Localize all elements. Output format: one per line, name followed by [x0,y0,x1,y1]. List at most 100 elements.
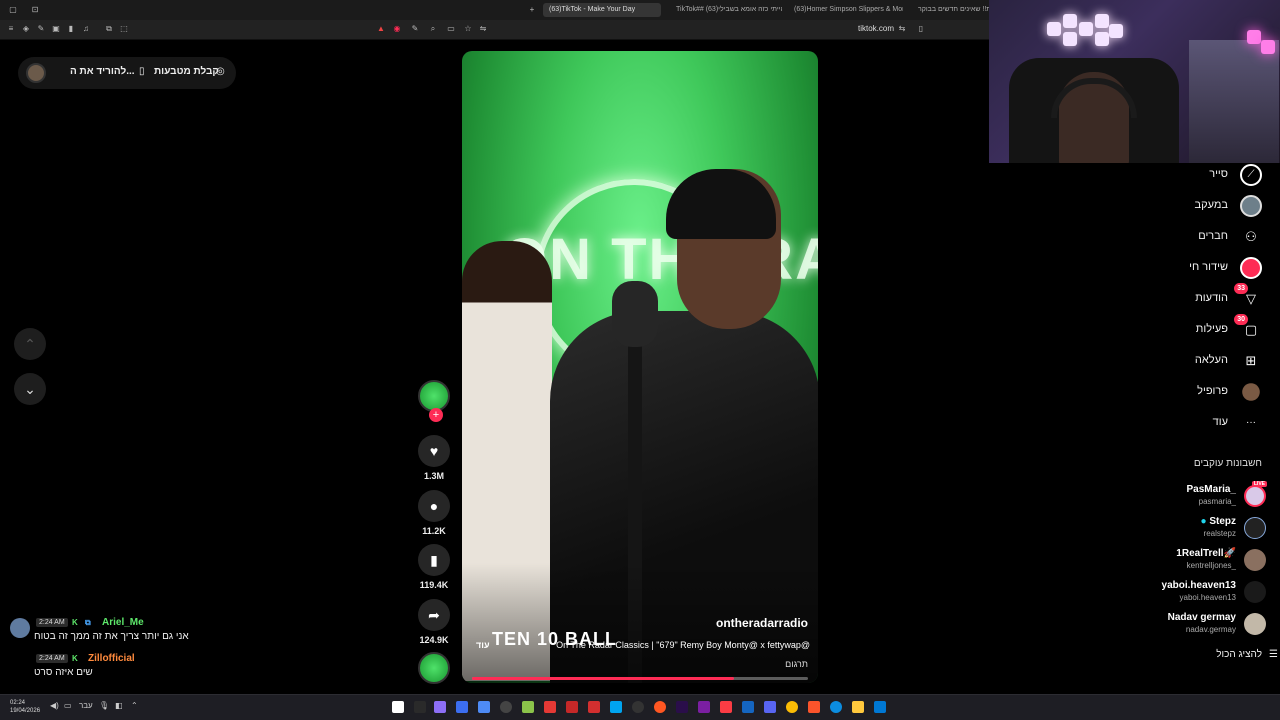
sidebar-item-profile[interactable]: פרופיל [1126,380,1266,404]
shield-icon[interactable]: ◈ [21,24,31,34]
share-icon[interactable]: ➦ [418,599,450,631]
menu-icon[interactable]: ≡ [6,24,16,34]
language-indicator[interactable]: עבר [79,701,93,710]
tab-other[interactable]: חפושיות!! שאינים חדשים בבוקר [912,3,992,17]
creator-avatar-button[interactable]: + [418,380,450,422]
app-icon[interactable] [698,701,710,713]
music-app-icon[interactable] [720,701,732,713]
new-tab-icon[interactable]: + [527,5,537,15]
account-handle: kentrelljones_ [1186,561,1236,570]
chevron-up-icon[interactable]: ⌃ [131,701,138,710]
get-coins-label[interactable]: קבלת מטבעות [154,66,219,77]
account-item-yaboi-heaven13[interactable]: yaboi.heaven13 yaboi.heaven13 [1132,579,1272,607]
app-icon[interactable] [500,701,512,713]
app-icon[interactable] [764,701,776,713]
comment-action[interactable]: ● 11.2K [418,490,450,536]
account-item-pasmaria[interactable]: PasMaria_ pasmaria_ LIVE [1132,481,1272,511]
clock[interactable]: 02:24 19/04/2026 [10,699,40,715]
sidebar-item-more[interactable]: עוד ··· [1126,411,1266,435]
tray-icon[interactable]: ◧ [115,701,123,710]
tab-homer-simpson[interactable]: (63)Homer Simpson Slippers & More [788,3,903,17]
sidebar-item-label: חברים [1198,230,1228,242]
sidebar-toggle-icon[interactable]: ▢ [8,5,18,15]
cast-icon[interactable]: ▭ [446,24,456,34]
brave-icon[interactable]: ◉ [392,24,402,34]
swap-icon[interactable]: ⇆ [897,24,907,34]
follow-plus-button[interactable]: + [429,408,443,422]
app-icon[interactable] [742,701,754,713]
bookmark-icon[interactable]: ▮ [418,544,450,576]
music-icon[interactable]: ♫ [81,24,91,34]
edit-page-icon[interactable]: ✎ [410,24,420,34]
sidebar-item-friends[interactable]: חברים ⚇ [1126,225,1266,249]
comment-icon[interactable]: ● [418,490,450,522]
sidebar-item-upload[interactable]: העלאה ⊞ [1126,349,1266,373]
video-progress-bar[interactable] [472,677,808,680]
extensions-icon[interactable]: ⬚ [119,24,129,34]
app-icon[interactable] [632,701,644,713]
translate-button[interactable]: תרגום [785,659,808,669]
sidebar-item-activity[interactable]: פעילות ▢ 30 [1126,314,1266,342]
previous-video-button[interactable]: ⌃ [14,328,46,360]
chat-username: Ariel_Me [102,617,144,628]
app-icon[interactable] [414,701,426,713]
sidebar-item-live[interactable]: שידור חי [1126,256,1266,280]
sidebar-item-following[interactable]: במעקב [1126,194,1266,218]
app-icon[interactable] [610,701,622,713]
show-all-button[interactable]: להציג הכול [1216,649,1262,660]
tab-manager-icon[interactable]: ⧉ [104,24,114,34]
coins-pill[interactable]: להוריד את ה... ▯ קבלת מטבעות ◎ [18,57,236,89]
translate-icon[interactable]: ⇋ [478,24,488,34]
clock-date: 19/04/2026 [10,708,41,714]
mic-icon[interactable]: 🎙 [99,701,109,710]
wallet-icon[interactable]: ▯ [916,24,926,34]
video-player[interactable]: ON THE RADAR TEN 10 BALL ontheradarradio… [462,51,818,683]
avatar[interactable] [26,63,46,83]
account-name: PasMaria_ [1186,484,1236,495]
download-app-label[interactable]: להוריד את ה... [70,66,135,77]
tab-options-icon[interactable]: ⊡ [30,5,40,15]
warning-icon[interactable]: ▲ [376,24,386,34]
save-action[interactable]: ▮ 119.4K [418,544,450,590]
tab-tiktok-2[interactable]: TikTok## (63)הייתי כזה אומא בשבילי | [670,3,782,17]
search-icon[interactable]: ⌕ [428,24,438,34]
app-icon[interactable] [588,701,600,713]
app-icon[interactable] [654,701,666,713]
windows-start-icon[interactable] [874,701,886,713]
chrome-icon[interactable] [786,701,798,713]
sidebar-item-explore[interactable]: סייר ⟋ [1126,163,1266,187]
tab-tiktok[interactable]: (63)TikTok - Make Your Day [543,3,661,17]
next-video-button[interactable]: ⌄ [14,373,46,405]
like-action[interactable]: ♥ 1.3M [418,435,450,481]
edge-icon[interactable] [830,701,842,713]
music-disc-button[interactable] [418,652,450,684]
app-icon[interactable] [392,701,404,713]
account-item-1realtrell[interactable]: 1RealTrell🚀 kentrelljones_ [1132,547,1272,575]
live-badge: LIVE [1251,481,1267,487]
account-item-stepz[interactable]: ● Stepz realstepz [1132,515,1272,543]
network-icon[interactable]: ▭ [64,701,72,710]
video-author[interactable]: ontheradarradio [716,616,808,630]
bookmark-icon[interactable]: ☆ [463,24,473,34]
screenshot-icon[interactable]: ▣ [51,24,61,34]
share-action[interactable]: ➦ 124.9K [418,599,450,645]
premiere-icon[interactable] [676,701,688,713]
app-icon[interactable] [544,701,556,713]
app-icon[interactable] [478,701,490,713]
caption-more-button[interactable]: עוד [476,640,490,650]
app-icon[interactable] [456,701,468,713]
volume-icon[interactable]: ◀) [50,701,59,710]
app-icon[interactable] [434,701,446,713]
activity-badge: 30 [1234,314,1248,325]
heart-icon[interactable]: ♥ [418,435,450,467]
account-item-nadav-germay[interactable]: Nadav germay nadav.germay [1132,611,1272,639]
pen-icon[interactable]: ✎ [36,24,46,34]
app-icon[interactable] [522,701,534,713]
sidebar-item-messages[interactable]: הודעות ▽ 33 [1126,283,1266,311]
folder-icon[interactable] [852,701,864,713]
music-disc-icon[interactable] [418,652,450,684]
address-bar[interactable]: tiktok.com [858,24,894,33]
reader-icon[interactable]: ▮ [66,24,76,34]
brave-icon[interactable] [808,701,820,713]
app-icon[interactable] [566,701,578,713]
